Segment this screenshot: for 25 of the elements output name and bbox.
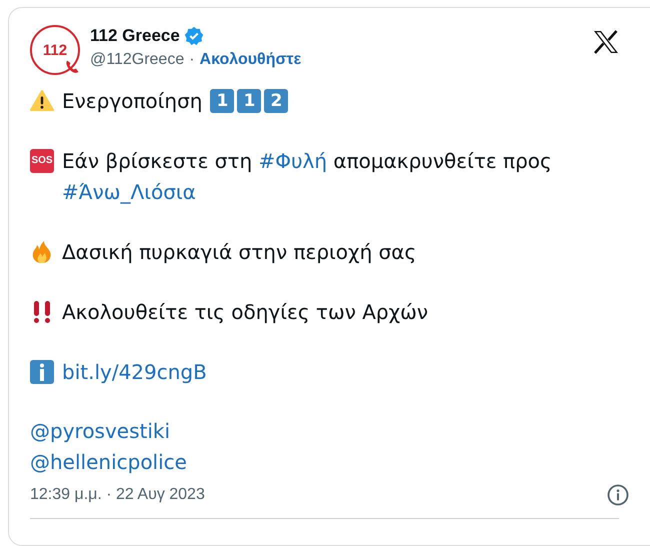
mention-link[interactable]: @pyrosvestiki <box>30 416 170 447</box>
short-link[interactable]: bit.ly/429cngB <box>62 357 207 388</box>
separator-dot: · <box>189 51 195 69</box>
hashtag-link[interactable]: #Άνω_Λιόσια <box>62 180 196 204</box>
keycap-digit: 1 <box>210 89 234 113</box>
timestamp[interactable]: 12:39 μ.μ. · 22 Αυγ 2023 <box>30 486 205 504</box>
info-icon[interactable] <box>607 484 629 506</box>
avatar[interactable]: 112 <box>30 25 80 75</box>
hashtag-link[interactable]: #Φυλή <box>258 149 328 173</box>
x-logo-icon[interactable] <box>593 30 619 54</box>
mention-link[interactable]: @hellenicpolice <box>30 447 187 478</box>
follow-link[interactable]: Ακολουθήστε <box>200 51 302 69</box>
keycap-digit: 2 <box>264 89 288 113</box>
author-name[interactable]: 112 Greece <box>90 26 180 46</box>
keycap-digit: 1 <box>237 89 262 113</box>
avatar-number: 112 <box>42 42 68 58</box>
warning-icon <box>30 89 54 113</box>
tweet-text: Ακολουθείτε τις οδηγίες των Αρχών <box>62 299 430 326</box>
tweet-text: Δασική πυρκαγιά στην περιοχή σας <box>62 239 418 266</box>
tweet-text: Εάν βρίσκεστε στη #Φυλή απομακρυνθείτε προς #Άνω_Λιόσια <box>62 148 553 206</box>
sos-badge: SOS <box>30 149 54 173</box>
phone-icon <box>64 59 80 75</box>
tweet-text: Ενεργοποίηση <box>62 88 202 115</box>
info-icon <box>30 360 54 384</box>
author-handle[interactable]: @112Greece <box>90 51 184 69</box>
